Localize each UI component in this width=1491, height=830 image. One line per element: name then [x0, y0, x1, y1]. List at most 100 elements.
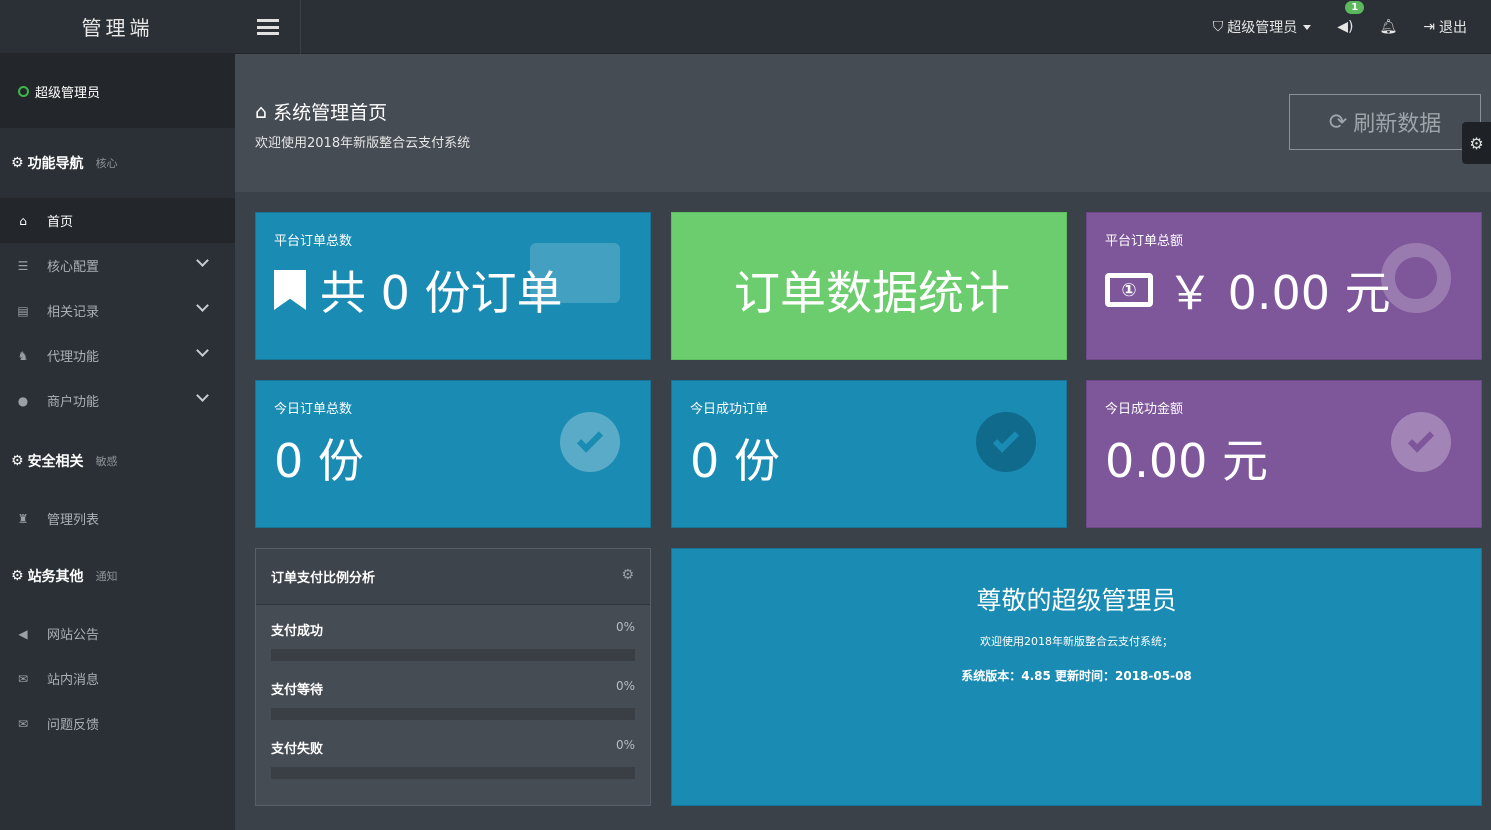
sidebar-item-label: 站内消息 — [47, 673, 100, 688]
card-value: 共 0 份订单 — [274, 257, 563, 323]
shield-icon: ⛉ — [1212, 19, 1224, 35]
page-title: ⌂ 系统管理首页 — [255, 98, 387, 125]
panel-header: 订单支付比例分析 ⚙ — [256, 549, 650, 605]
sidebar-item-label: 相关记录 — [47, 305, 100, 320]
welcome-panel: 尊敬的超级管理员 欢迎使用2018年新版整合云支付系统； 系统版本：4.85 更… — [671, 548, 1482, 806]
sidebar-item-label: 核心配置 — [47, 260, 100, 275]
card-platform-amount[interactable]: 平台订单总额 ① ￥ 0.00 元 — [1086, 212, 1482, 360]
refresh-label: 刷新数据 — [1353, 112, 1442, 137]
ratio-row-pending: 支付等待 0% — [256, 679, 650, 720]
sidebar-item-home[interactable]: ⌂ 首页 — [0, 198, 235, 243]
card-value: 0 份 — [274, 434, 364, 488]
announcement-button[interactable]: ◀) 1 — [1337, 1, 1365, 35]
card-platform-orders[interactable]: 平台订单总数 共 0 份订单 — [255, 212, 651, 360]
sidebar-item-records[interactable]: ▤ 相关记录 — [0, 288, 235, 333]
sidebar-item-label: 代理功能 — [47, 350, 100, 365]
card-label: 平台订单总额 — [1105, 234, 1184, 249]
refresh-icon: ⟳ — [1328, 109, 1348, 135]
gear-icon: ⚙ — [11, 155, 24, 171]
logout-button[interactable]: ⇥ 退出 — [1423, 17, 1467, 37]
page-title-text: 系统管理首页 — [273, 102, 388, 124]
card-today-orders[interactable]: 今日订单总数 0 份 — [255, 380, 651, 528]
ratio-label: 支付等待 — [271, 683, 324, 698]
card-value: 0 份 — [690, 434, 780, 488]
home-icon: ⌂ — [19, 213, 27, 228]
nav-section-title: 功能导航 — [27, 156, 84, 172]
envelope-icon: ✉ — [17, 716, 29, 731]
volume-icon: ◀) — [1337, 19, 1354, 35]
nav-section-title: 安全相关 — [27, 454, 84, 470]
bookmark-icon — [274, 270, 306, 310]
card-label: 平台订单总数 — [274, 234, 353, 249]
card-value: 0.00 元 — [1105, 434, 1269, 488]
sidebar-item-admin-list[interactable]: ♜ 管理列表 — [0, 496, 235, 541]
sidebar-item-label: 问题反馈 — [47, 718, 100, 733]
current-user-name: 超级管理员 — [35, 85, 101, 101]
admin-menu[interactable]: ⛉ 超级管理员 — [1213, 17, 1312, 37]
card-today-success-orders[interactable]: 今日成功订单 0 份 — [671, 380, 1067, 528]
ratio-row-failed: 支付失败 0% — [256, 738, 650, 779]
gear-icon[interactable]: ⚙ — [621, 567, 634, 583]
welcome-heading: 尊敬的超级管理员 — [976, 586, 1177, 615]
nav-section-sub: 通知 — [95, 570, 118, 583]
card-value: ① ￥ 0.00 元 — [1105, 257, 1391, 323]
card-label: 今日成功金额 — [1105, 402, 1184, 417]
sidebar-item-feedback[interactable]: ✉ 问题反馈 — [0, 701, 235, 746]
settings-toggle-button[interactable]: ⚙ — [1462, 122, 1491, 164]
page-subtitle: 欢迎使用2018年新版整合云支付系统 — [255, 136, 471, 151]
sidebar-item-label: 商户功能 — [47, 395, 100, 410]
welcome-text: 欢迎使用2018年新版整合云支付系统； — [980, 635, 1173, 648]
money-icon: ① — [1105, 273, 1153, 307]
payment-ratio-panel: 订单支付比例分析 ⚙ 支付成功 0% 支付等待 0% 支付失败 0% — [255, 548, 651, 806]
chevron-down-icon — [196, 389, 209, 402]
ratio-percent: 0% — [615, 738, 635, 752]
admin-menu-label: 超级管理员 — [1227, 20, 1298, 36]
ratio-percent: 0% — [615, 679, 635, 693]
version-info: 系统版本：4.85 更新时间：2018-05-08 — [961, 669, 1192, 683]
envelope-icon: ✉ — [17, 671, 29, 686]
card-label: 今日订单总数 — [274, 402, 353, 417]
caret-down-icon — [1303, 24, 1312, 30]
home-icon: ⌂ — [255, 100, 268, 123]
sidebar-item-label: 首页 — [47, 215, 74, 230]
ratio-row-success: 支付成功 0% — [256, 620, 650, 661]
agent-icon: ♞ — [17, 348, 29, 363]
progress-bar — [271, 767, 635, 779]
card-order-statistics[interactable]: 订单数据统计 — [671, 212, 1067, 360]
brand-logo: 管理端 — [0, 0, 235, 54]
gear-icon: ⚙ — [11, 568, 24, 584]
sidebar-item-agent[interactable]: ♞ 代理功能 — [0, 333, 235, 378]
check-circle-icon — [560, 412, 620, 472]
chevron-down-icon — [196, 344, 209, 357]
sliders-icon: ☰ — [17, 258, 29, 273]
notify-badge: 1 — [1345, 1, 1365, 14]
progress-bar — [271, 649, 635, 661]
sidebar-item-label: 网站公告 — [47, 628, 100, 643]
topbar: ⛉ 超级管理员 ◀) 1 🔔︎ ⇥ 退出 — [235, 0, 1491, 54]
nav-section-other: ⚙ 站务其他 通知 — [0, 541, 235, 611]
life-ring-icon — [1381, 243, 1451, 313]
sidebar-item-messages[interactable]: ✉ 站内消息 — [0, 656, 235, 701]
ratio-label: 支付失败 — [271, 742, 324, 757]
current-user[interactable]: 超级管理员 — [0, 54, 235, 128]
sidebar-item-announcement[interactable]: ◀ 网站公告 — [0, 611, 235, 656]
list-icon: ▤ — [17, 303, 29, 318]
online-status-icon — [18, 85, 29, 97]
notification-button[interactable]: 🔔︎ — [1379, 19, 1397, 35]
nav-section-security: ⚙ 安全相关 敏感 — [0, 426, 235, 496]
sign-out-icon: ⇥ — [1423, 19, 1435, 35]
user-icon: ● — [17, 393, 29, 408]
gear-icon: ⚙ — [1469, 133, 1484, 153]
card-today-amount[interactable]: 今日成功金额 0.00 元 — [1086, 380, 1482, 528]
card-title: 订单数据统计 — [734, 266, 1010, 320]
sidebar: 管理端 超级管理员 ⚙ 功能导航 核心 ⌂ 首页 ☰ 核心配置 ▤ 相关记录 ♞… — [0, 0, 235, 830]
admin-icon: ♜ — [17, 511, 29, 526]
sidebar-item-label: 管理列表 — [47, 513, 100, 528]
sidebar-item-core-config[interactable]: ☰ 核心配置 — [0, 243, 235, 288]
refresh-data-button[interactable]: ⟳ 刷新数据 — [1289, 94, 1481, 150]
chevron-down-icon — [196, 254, 209, 267]
sidebar-toggle-button[interactable] — [235, 0, 301, 54]
nav-section-sub: 敏感 — [95, 455, 118, 468]
logout-label: 退出 — [1439, 20, 1467, 36]
sidebar-item-merchant[interactable]: ● 商户功能 — [0, 378, 235, 423]
